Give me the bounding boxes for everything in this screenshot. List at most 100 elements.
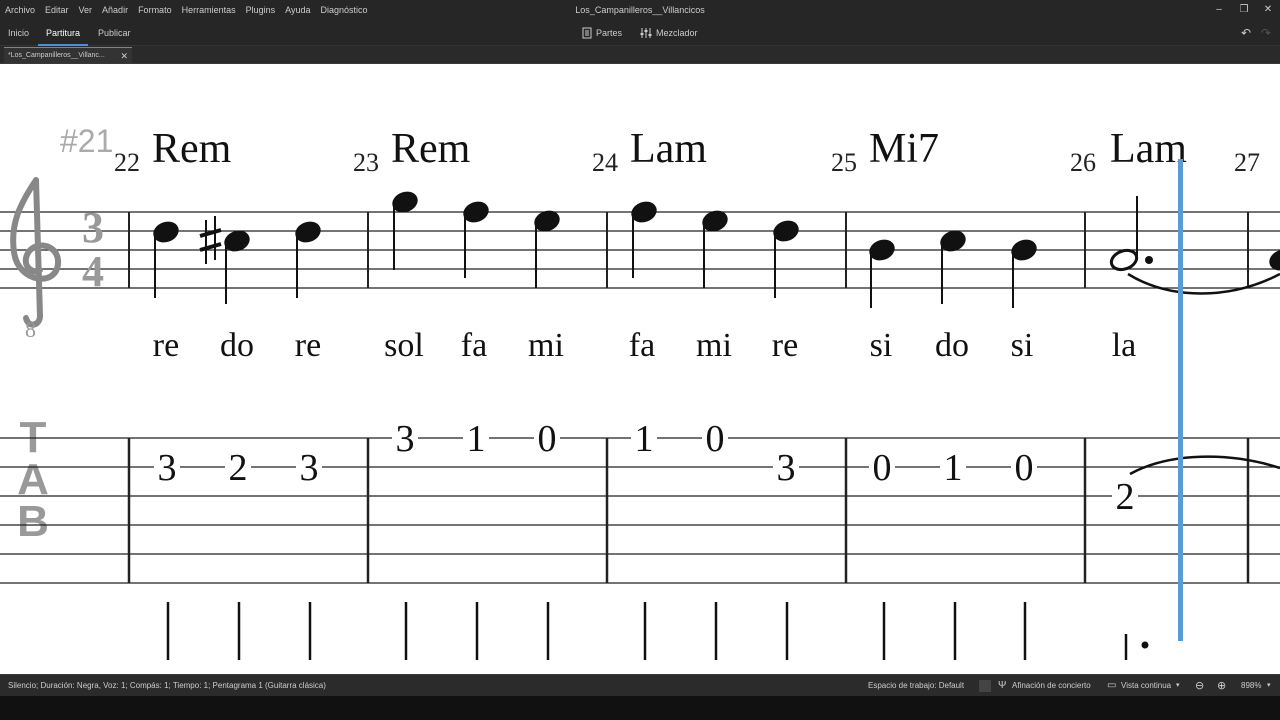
tab-clef-icon: T A B: [17, 413, 49, 546]
zoom-level[interactable]: 898%: [1241, 675, 1261, 697]
concert-pitch-checkbox[interactable]: [979, 680, 991, 692]
note[interactable]: [223, 228, 252, 304]
measure-number-23: 23: [353, 148, 379, 177]
chevron-down-icon[interactable]: ▾: [1176, 675, 1180, 697]
tab-publicar[interactable]: Publicar: [90, 20, 139, 46]
standard-staff: [0, 211, 1280, 289]
lyric-syllable[interactable]: fa: [629, 327, 655, 364]
tab-fret-number[interactable]: 0: [1015, 447, 1034, 489]
note[interactable]: [630, 199, 659, 278]
score-svg: #21 8 3 4 22 23 24 25 26 27 Rem Rem Lam …: [0, 123, 1280, 660]
tab-fret-number[interactable]: 3: [300, 447, 319, 489]
minimize-icon[interactable]: –: [1207, 0, 1231, 20]
note[interactable]: [939, 228, 968, 304]
parts-label: Partes: [596, 28, 623, 38]
chord-symbol-25[interactable]: Mi7: [869, 126, 939, 172]
menu-archivo[interactable]: Archivo: [0, 0, 40, 20]
tab-fret-number[interactable]: 0: [706, 418, 725, 460]
concert-pitch-label: Afinación de concierto: [1012, 681, 1091, 690]
workspace-selector[interactable]: Espacio de trabajo: Default: [868, 675, 964, 697]
score-canvas[interactable]: #21 8 3 4 22 23 24 25 26 27 Rem Rem Lam …: [0, 64, 1280, 674]
tab-fret-number[interactable]: 0: [873, 447, 892, 489]
tab-fret-number[interactable]: 3: [777, 447, 796, 489]
lyric-syllable[interactable]: sol: [384, 327, 424, 364]
main-toolbar: Inicio Partitura Publicar Partes Mezclad…: [0, 20, 1280, 46]
note[interactable]: [462, 199, 491, 278]
menu-ayuda[interactable]: Ayuda: [280, 0, 315, 20]
measure-number-22: 22: [114, 148, 140, 177]
close-window-icon[interactable]: ✕: [1256, 0, 1280, 20]
treble-clef-8-icon: 8: [10, 177, 61, 342]
svg-text:B: B: [17, 497, 49, 546]
view-mode-selector[interactable]: Vista continua: [1121, 675, 1171, 697]
tab-fret-number[interactable]: 3: [158, 447, 177, 489]
note[interactable]: [391, 189, 420, 270]
lyric-syllable[interactable]: re: [295, 327, 321, 364]
system-measure-label: #21: [60, 123, 113, 159]
tab-tie: [1129, 455, 1280, 476]
tab-fret-number[interactable]: 2: [1116, 476, 1135, 518]
view-mode-icon: ▭: [1107, 680, 1117, 691]
tab-partitura[interactable]: Partitura: [38, 20, 89, 46]
tab-fret-number[interactable]: 1: [944, 447, 963, 489]
lyric-syllable[interactable]: do: [935, 327, 969, 364]
document-tab-label: *Los_Campanilleros__Villanc...: [8, 52, 105, 59]
restore-icon[interactable]: ❐: [1232, 0, 1256, 20]
mixer-button[interactable]: Mezclador: [640, 24, 698, 42]
menu-plugins[interactable]: Plugins: [241, 0, 281, 20]
note[interactable]: [294, 219, 323, 298]
tab-fret-number[interactable]: 2: [229, 447, 248, 489]
lyric-syllable[interactable]: si: [1011, 327, 1034, 364]
zoom-chevron-icon[interactable]: ▾: [1267, 675, 1271, 697]
menu-editar[interactable]: Editar: [40, 0, 74, 20]
clef-octave: 8: [25, 317, 36, 342]
measure-number-25: 25: [831, 148, 857, 177]
taskbar-strip: [0, 696, 1280, 720]
menu-anadir[interactable]: Añadir: [97, 0, 133, 20]
tie: [1127, 272, 1280, 295]
lyric-syllable[interactable]: mi: [696, 327, 732, 364]
tab-fret-number[interactable]: 0: [538, 418, 557, 460]
lyric-syllable[interactable]: re: [153, 327, 179, 364]
tab-fret-number[interactable]: 1: [635, 418, 654, 460]
measure-number-26: 26: [1070, 148, 1096, 177]
chord-symbol-24[interactable]: Lam: [630, 126, 707, 172]
note[interactable]: [152, 219, 181, 298]
rhythm-dot: [1141, 641, 1149, 649]
lyric-syllable[interactable]: fa: [461, 327, 487, 364]
lyric-syllable[interactable]: re: [772, 327, 798, 364]
lyric-syllable[interactable]: si: [870, 327, 893, 364]
lyric-syllable[interactable]: do: [220, 327, 254, 364]
zoom-in-icon[interactable]: ⊕: [1217, 675, 1226, 697]
note[interactable]: [868, 237, 897, 308]
status-bar: Silencio; Duración: Negra, Voz: 1; Compá…: [0, 674, 1280, 696]
note[interactable]: [533, 208, 562, 288]
zoom-out-icon[interactable]: ⊖: [1195, 675, 1204, 697]
note[interactable]: [1010, 237, 1039, 308]
tab-inicio[interactable]: Inicio: [0, 20, 37, 46]
document-tab[interactable]: *Los_Campanilleros__Villanc... ✕: [4, 47, 132, 63]
close-tab-icon[interactable]: ✕: [120, 48, 128, 64]
menu-ver[interactable]: Ver: [74, 0, 98, 20]
playback-cursor[interactable]: [1178, 159, 1183, 641]
status-text: Silencio; Duración: Negra, Voz: 1; Compá…: [8, 681, 326, 690]
menu-formato[interactable]: Formato: [133, 0, 177, 20]
lyric-syllable[interactable]: la: [1112, 327, 1137, 364]
note[interactable]: [772, 218, 801, 298]
parts-button[interactable]: Partes: [582, 24, 622, 42]
tab-fret-number[interactable]: 3: [396, 418, 415, 460]
chord-symbol-26[interactable]: Lam: [1110, 126, 1187, 172]
chord-symbol-23[interactable]: Rem: [391, 126, 471, 172]
note[interactable]: [701, 208, 730, 288]
redo-icon[interactable]: ↷: [1258, 25, 1274, 41]
menu-bar: Archivo Editar Ver Añadir Formato Herram…: [0, 0, 1280, 20]
undo-icon[interactable]: ↶: [1238, 25, 1254, 41]
note-half-dotted[interactable]: [1109, 196, 1153, 273]
chord-symbol-22[interactable]: Rem: [152, 126, 232, 172]
measure-number-24: 24: [592, 148, 618, 177]
menu-diagnostico[interactable]: Diagnóstico: [316, 0, 373, 20]
tuning-fork-icon: Ψ: [998, 680, 1007, 691]
tab-fret-number[interactable]: 1: [467, 418, 486, 460]
lyric-syllable[interactable]: mi: [528, 327, 564, 364]
menu-herramientas[interactable]: Herramientas: [177, 0, 241, 20]
